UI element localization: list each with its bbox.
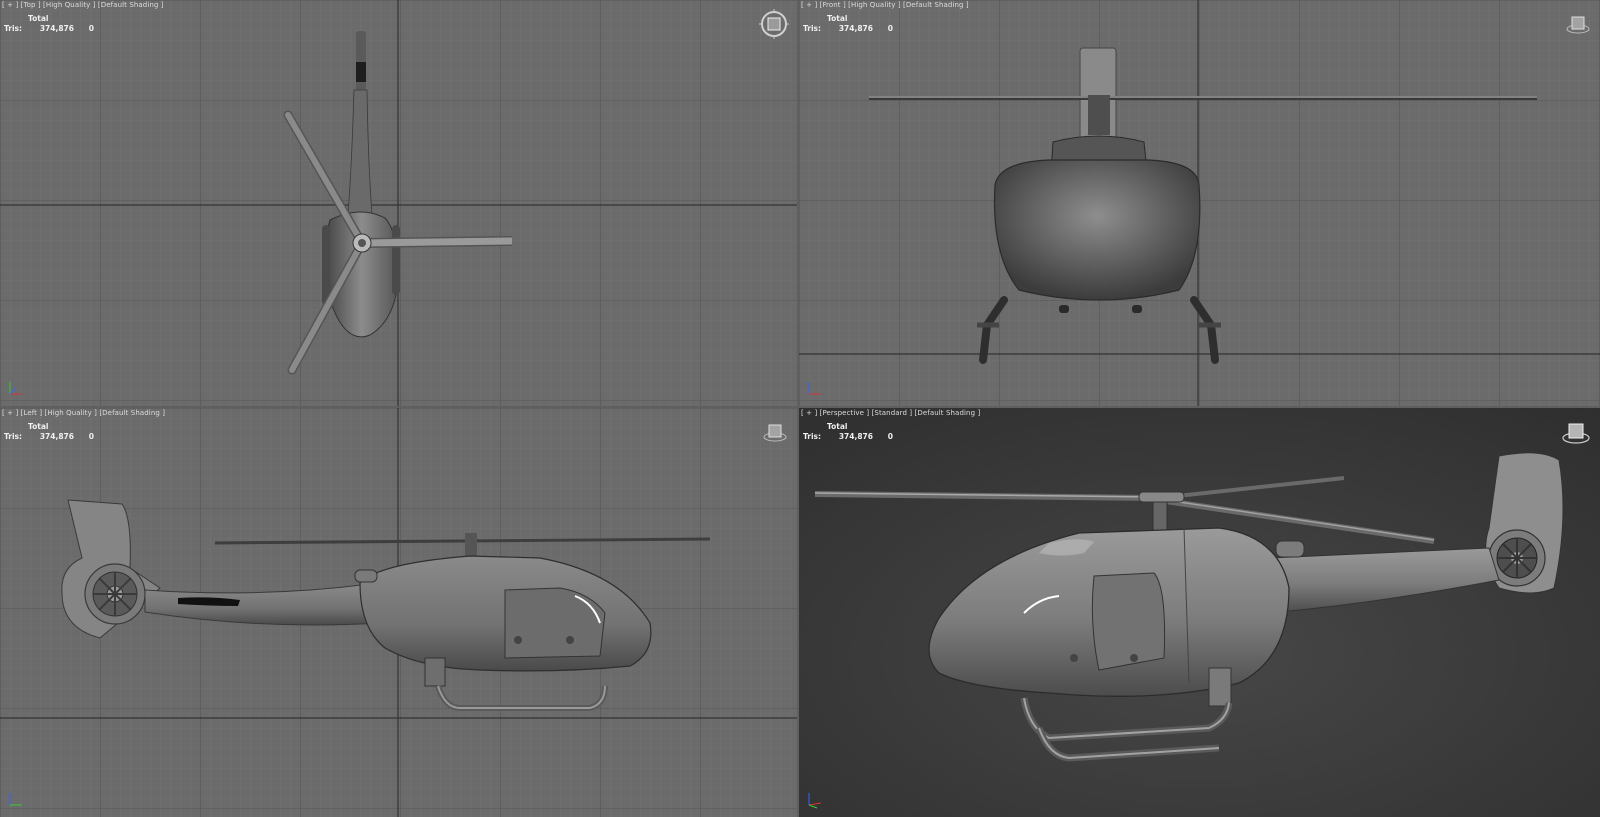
stats-value: 374,876 (838, 23, 873, 33)
viewport-top-label: [ + ] [Top ] [High Quality ] [Default Sh… (2, 1, 164, 9)
axis-tripod-icon (9, 382, 22, 395)
left-view-scene (0, 408, 797, 817)
stats-overlay: Total Tris: 374,876 0 (4, 421, 94, 441)
viewport-view-button[interactable]: [Top ] (21, 1, 41, 9)
stats-overlay: Total Tris: 374,876 0 (4, 13, 94, 33)
stats-header: Total (28, 13, 49, 23)
stats-label: Tris: (803, 431, 822, 441)
stats-header: Total (827, 421, 848, 431)
viewport-menu-button[interactable]: [ + ] (2, 409, 18, 417)
viewport-shading-button[interactable]: [Default Shading ] (903, 1, 969, 9)
viewport-quality-button[interactable]: [Standard ] (872, 409, 913, 417)
stats-selected: 0 (887, 431, 893, 441)
viewport-front-label: [ + ] [Front ] [High Quality ] [Default … (801, 1, 969, 9)
stats-selected: 0 (88, 23, 94, 33)
stats-overlay: Total Tris: 374,876 0 (803, 13, 893, 33)
viewport-layout: [ + ] [Top ] [High Quality ] [Default Sh… (0, 0, 1600, 817)
stats-value: 374,876 (39, 431, 74, 441)
viewport-view-button[interactable]: [Front ] (820, 1, 846, 9)
front-view-scene (799, 0, 1600, 406)
viewport-quality-button[interactable]: [High Quality ] (848, 1, 901, 9)
viewcube-top-icon[interactable] (759, 9, 789, 39)
viewport-view-button[interactable]: [Perspective ] (820, 409, 870, 417)
viewcube-icon[interactable] (763, 421, 787, 443)
stats-value: 374,876 (39, 23, 74, 33)
viewport-view-button[interactable]: [Left ] (21, 409, 43, 417)
viewport-shading-button[interactable]: [Default Shading ] (98, 1, 164, 9)
viewport-menu-button[interactable]: [ + ] (801, 409, 817, 417)
perspective-view-scene (799, 408, 1600, 817)
stats-label: Tris: (4, 23, 23, 33)
stats-selected: 0 (88, 431, 94, 441)
axis-tripod-icon (9, 793, 22, 806)
stats-overlay: Total Tris: 374,876 0 (803, 421, 893, 441)
stats-label: Tris: (803, 23, 822, 33)
viewport-top[interactable]: [ + ] [Top ] [High Quality ] [Default Sh… (0, 0, 797, 406)
viewport-menu-button[interactable]: [ + ] (801, 1, 817, 9)
stats-label: Tris: (4, 431, 23, 441)
viewport-front[interactable]: [ + ] [Front ] [High Quality ] [Default … (799, 0, 1600, 406)
stats-value: 374,876 (838, 431, 873, 441)
viewcube-icon[interactable] (1566, 13, 1590, 35)
viewport-quality-button[interactable]: [High Quality ] (45, 409, 98, 417)
viewport-shading-button[interactable]: [Default Shading ] (99, 409, 165, 417)
viewport-menu-button[interactable]: [ + ] (2, 1, 18, 9)
viewport-quality-button[interactable]: [High Quality ] (43, 1, 96, 9)
viewport-left[interactable]: [ + ] [Left ] [High Quality ] [Default S… (0, 408, 797, 817)
viewport-left-label: [ + ] [Left ] [High Quality ] [Default S… (2, 409, 165, 417)
stats-header: Total (827, 13, 848, 23)
axis-tripod-icon (808, 382, 821, 395)
viewport-perspective-label: [ + ] [Perspective ] [Standard ] [Defaul… (801, 409, 980, 417)
viewport-perspective[interactable]: [ + ] [Perspective ] [Standard ] [Defaul… (799, 408, 1600, 817)
viewport-shading-button[interactable]: [Default Shading ] (915, 409, 981, 417)
viewcube-icon[interactable] (1561, 419, 1591, 445)
stats-header: Total (28, 421, 49, 431)
stats-selected: 0 (887, 23, 893, 33)
top-view-scene (0, 0, 797, 406)
axis-tripod-icon (808, 793, 822, 809)
